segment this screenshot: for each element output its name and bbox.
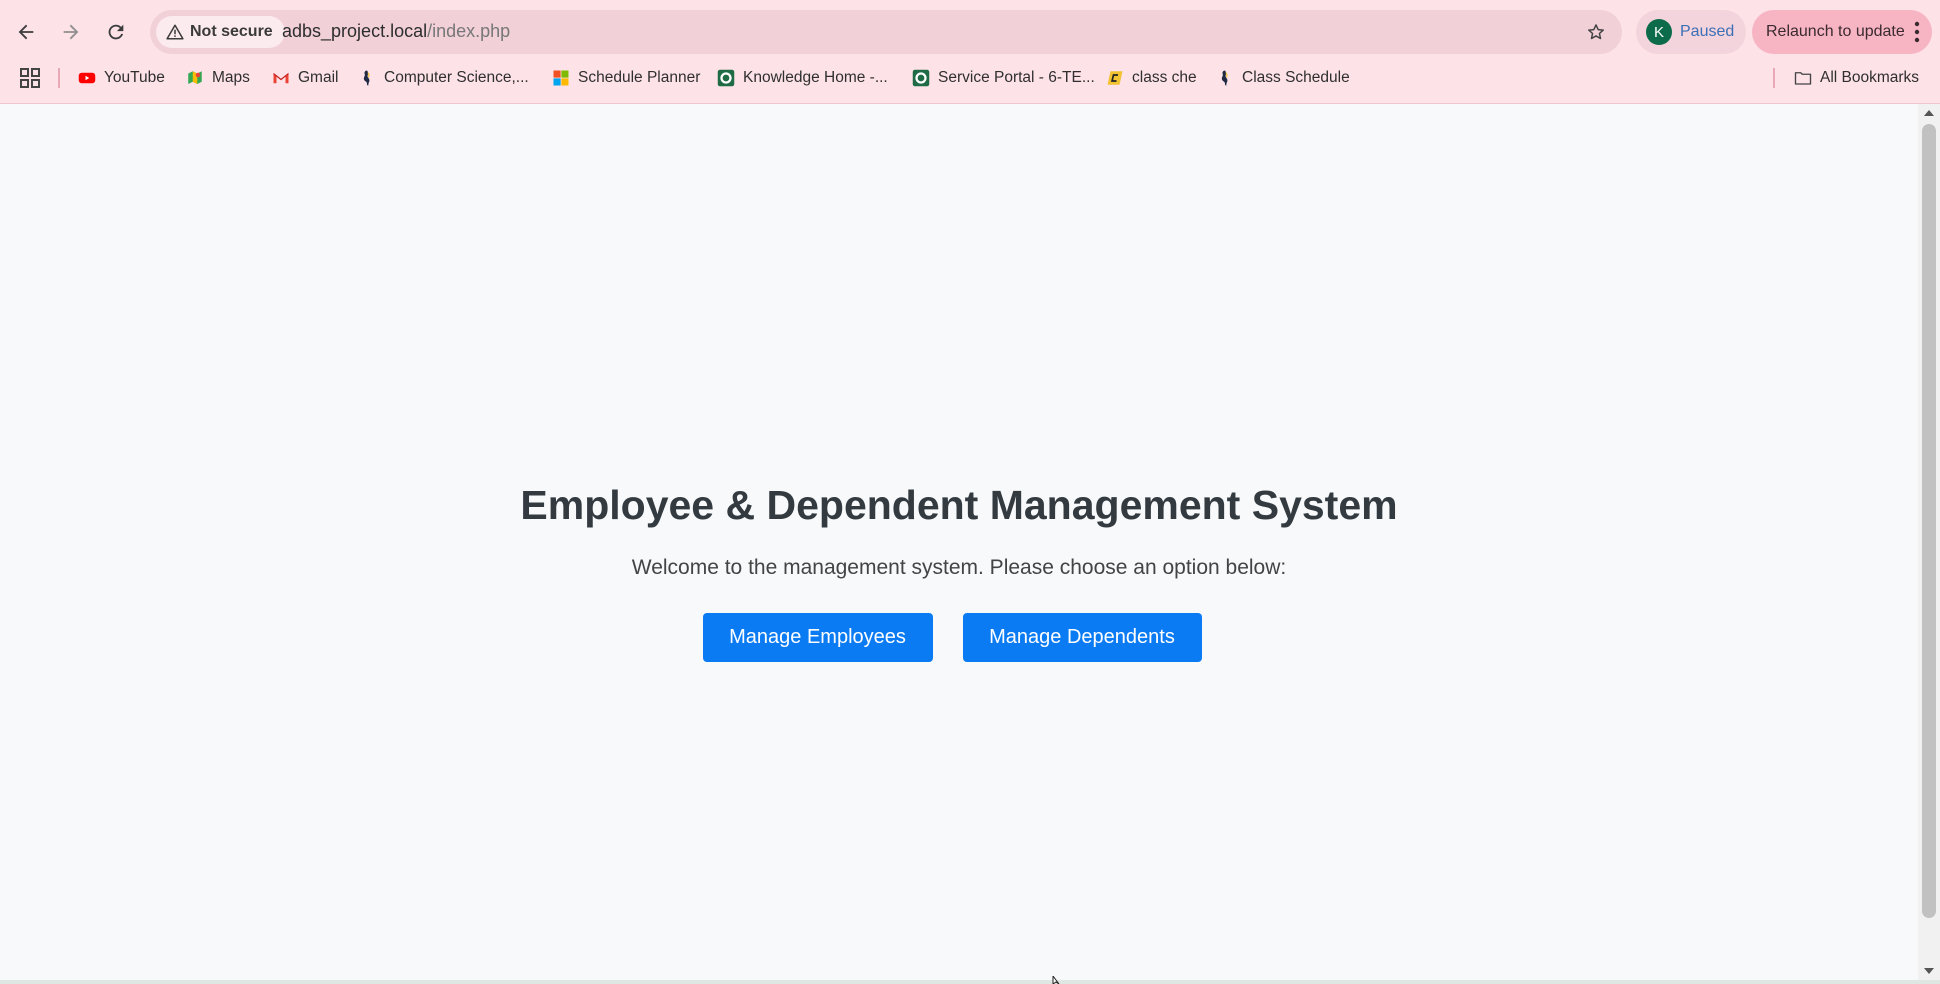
- profile-status: Paused: [1680, 23, 1735, 40]
- all-bookmarks-label: All Bookmarks: [1820, 69, 1920, 86]
- relaunch-label: Relaunch to update: [1766, 23, 1905, 40]
- servicenow-icon: [717, 69, 735, 87]
- vertical-scrollbar[interactable]: [1918, 104, 1940, 980]
- bookmarks-divider: [1773, 68, 1775, 88]
- address-bar[interactable]: Not secure adbs_project.local/index.php: [150, 10, 1622, 54]
- servicenow-icon: [912, 69, 930, 87]
- browser-chrome: Not secure adbs_project.local/index.php …: [0, 0, 1940, 104]
- folder-icon: [1794, 69, 1812, 87]
- bookmark-class-schedule[interactable]: Class Schedule: [1216, 64, 1350, 92]
- reload-button[interactable]: [98, 14, 134, 50]
- scrollbar-thumb[interactable]: [1922, 124, 1936, 918]
- university-icon: [1216, 69, 1234, 87]
- star-icon: [1588, 24, 1604, 40]
- bookmark-label: class che: [1132, 69, 1197, 86]
- back-button[interactable]: [8, 14, 44, 50]
- bookmark-label: Knowledge Home -...: [743, 69, 888, 86]
- browser-toolbar: Not secure adbs_project.local/index.php …: [0, 6, 1940, 54]
- bookmark-label: Class Schedule: [1242, 69, 1350, 86]
- url-path: /index.php: [427, 21, 511, 41]
- youtube-icon: [78, 69, 96, 87]
- bookmark-maps[interactable]: Maps: [186, 64, 250, 92]
- bookmark-label: Gmail: [298, 69, 339, 86]
- maps-icon: [186, 69, 204, 87]
- bookmark-class-che[interactable]: class che: [1106, 64, 1197, 92]
- gmail-icon: [272, 69, 290, 87]
- page-subtitle: Welcome to the management system. Please…: [631, 556, 1287, 579]
- forward-arrow-icon: [63, 24, 79, 40]
- bookmark-computer-science[interactable]: Computer Science,...: [358, 64, 529, 92]
- bookmarks-divider: [58, 68, 60, 88]
- bookmark-service-portal[interactable]: Service Portal - 6-TE...: [912, 64, 1095, 92]
- bookmarks-bar: YouTube Maps Gmail Computer Science,...: [0, 60, 1940, 96]
- bookmark-label: Computer Science,...: [384, 69, 529, 86]
- bookmark-gmail[interactable]: Gmail: [272, 64, 338, 92]
- security-label: Not secure: [190, 23, 273, 40]
- url-text[interactable]: adbs_project.local/index.php: [282, 21, 510, 42]
- bookmark-label: YouTube: [104, 69, 165, 86]
- more-vert-icon[interactable]: [1914, 21, 1920, 43]
- page-title: Employee & Dependent Management System: [520, 482, 1398, 528]
- cheg-icon: [1106, 69, 1124, 87]
- apps-grid-icon[interactable]: [18, 66, 42, 90]
- reload-icon: [108, 24, 124, 40]
- manage-employees-button[interactable]: Manage Employees: [702, 613, 933, 662]
- profile-button[interactable]: K Paused: [1636, 10, 1746, 54]
- all-bookmarks-button[interactable]: All Bookmarks: [1794, 64, 1919, 92]
- forward-button[interactable]: [53, 14, 89, 50]
- manage-dependents-button[interactable]: Manage Dependents: [962, 613, 1202, 662]
- bookmark-label: Schedule Planner: [578, 69, 701, 86]
- url-host: adbs_project.local: [282, 21, 428, 41]
- university-icon: [358, 69, 376, 87]
- bookmark-youtube[interactable]: YouTube: [78, 64, 165, 92]
- bookmark-star-button[interactable]: [1580, 16, 1612, 48]
- mouse-cursor-icon: [1052, 976, 1060, 984]
- back-arrow-icon: [18, 24, 34, 40]
- scroll-up-arrow-icon[interactable]: [1924, 110, 1934, 116]
- bookmark-knowledge-home[interactable]: Knowledge Home -...: [717, 64, 888, 92]
- page-content: Employee & Dependent Management System W…: [0, 104, 1918, 980]
- warning-triangle-icon: [166, 24, 184, 40]
- security-indicator[interactable]: Not secure: [156, 16, 285, 48]
- avatar: K: [1646, 19, 1672, 45]
- bookmark-schedule-planner[interactable]: Schedule Planner: [552, 64, 700, 92]
- scroll-down-arrow-icon[interactable]: [1924, 968, 1934, 974]
- microsoft-icon: [552, 69, 570, 87]
- bookmark-label: Maps: [212, 69, 250, 86]
- bookmark-label: Service Portal - 6-TE...: [938, 69, 1095, 86]
- relaunch-button[interactable]: Relaunch to update: [1752, 10, 1932, 54]
- action-buttons: Manage Employees Manage Dependents: [0, 613, 1918, 662]
- window-bottom-edge: [0, 980, 1940, 984]
